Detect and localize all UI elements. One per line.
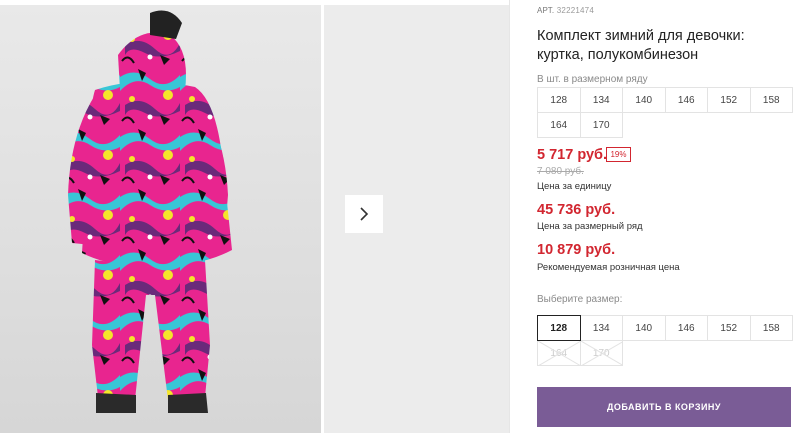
product-gallery xyxy=(0,0,510,433)
size-option-140[interactable]: 140 xyxy=(622,315,666,341)
choose-size-label: Выберите размер: xyxy=(537,294,623,305)
size-option-134[interactable]: 134 xyxy=(579,315,623,341)
size-option-128[interactable]: 128 xyxy=(537,315,581,341)
panel-divider xyxy=(509,0,510,433)
next-image-button[interactable] xyxy=(345,195,383,233)
size-row-label: В шт. в размерном ряду xyxy=(537,74,648,85)
size-option-152[interactable]: 152 xyxy=(707,315,751,341)
discount-badge: 19% xyxy=(606,147,631,162)
product-photo-illustration xyxy=(68,10,232,413)
add-to-cart-button[interactable]: ДОБАВИТЬ В КОРЗИНУ xyxy=(537,387,791,427)
size-option-158[interactable]: 158 xyxy=(749,315,793,341)
size-row-cell: 134 xyxy=(579,87,623,113)
unavailable-cross-icon xyxy=(580,341,623,365)
article-number: АРТ. 32221474 xyxy=(537,6,594,15)
article-label: АРТ. xyxy=(537,6,555,15)
size-row-cell: 128 xyxy=(537,87,581,113)
size-option-170: 170 xyxy=(579,340,623,366)
product-info-panel: АРТ. 32221474 Комплект зимний для девочк… xyxy=(537,0,800,433)
unavailable-cross-icon xyxy=(538,341,580,365)
size-row-cell: 146 xyxy=(664,87,708,113)
row-price-label: Цена за размерный ряд xyxy=(537,221,643,232)
unit-price: 5 717 руб. xyxy=(537,147,608,163)
unit-price-label: Цена за единицу xyxy=(537,181,612,192)
retail-price: 10 879 руб. xyxy=(537,242,616,258)
size-row-cell: 152 xyxy=(707,87,751,113)
row-price: 45 736 руб. xyxy=(537,202,616,218)
size-row-grid: 128 134 140 146 152 158 164 170 xyxy=(537,87,793,138)
size-option-164: 164 xyxy=(537,340,581,366)
product-title: Комплект зимний для девочки: куртка, пол… xyxy=(537,28,745,63)
article-value: 32221474 xyxy=(556,6,594,15)
size-row-cell: 158 xyxy=(749,87,793,113)
size-row-cell: 140 xyxy=(622,87,666,113)
old-price: 7 080 руб. xyxy=(537,166,584,177)
size-row-cell: 170 xyxy=(579,112,623,138)
size-row-cell: 164 xyxy=(537,112,581,138)
retail-price-label: Рекомендуемая розничная цена xyxy=(537,262,680,273)
product-photo[interactable] xyxy=(0,5,321,433)
chevron-right-icon xyxy=(360,207,369,221)
size-option-146[interactable]: 146 xyxy=(664,315,708,341)
size-select-grid: 128134140146152158 164170 xyxy=(537,315,793,366)
